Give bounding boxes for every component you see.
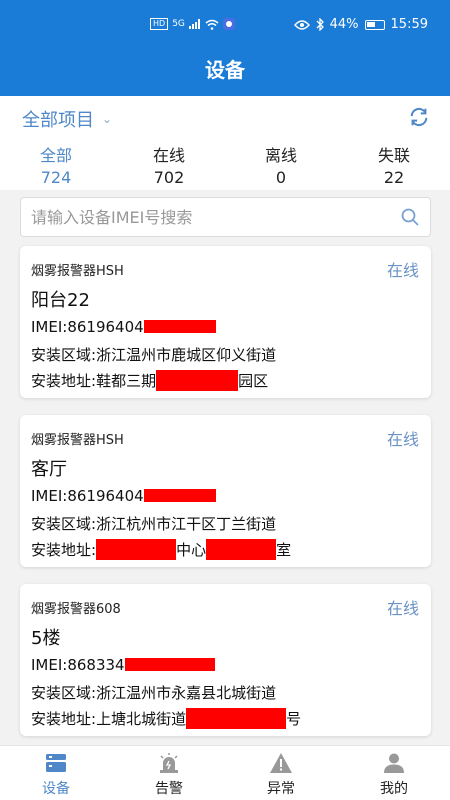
address-label: 安装地址:: [31, 710, 97, 728]
bottom-tab-bar: 设备 告警 异常 我的: [0, 745, 450, 800]
device-stats: 全部 724 在线 702 离线 0 失联 22: [0, 142, 450, 187]
device-type: 烟雾报警器608: [31, 602, 121, 617]
stat-lost-label: 失联: [377, 146, 410, 165]
redaction-mark: [156, 370, 239, 391]
stat-online-label: 在线: [152, 146, 185, 165]
area-label: 安装区域:: [31, 515, 97, 533]
stat-lost-value: 22: [383, 168, 405, 187]
battery-percent: 44%: [329, 17, 359, 32]
project-dropdown[interactable]: 全部项目 ⌄: [22, 106, 112, 132]
page-title: 设备: [0, 44, 450, 96]
address-part2: 室: [276, 541, 292, 559]
tab-mine[interactable]: 我的: [338, 746, 450, 800]
status-bar: HD 5G 44% 15:59: [0, 0, 450, 44]
stat-offline-label: 离线: [264, 146, 297, 165]
address-part2: 园区: [238, 372, 269, 390]
redaction-mark: [96, 539, 177, 560]
hd-badge: HD: [150, 18, 169, 30]
status-bar-left: HD 5G: [150, 18, 235, 30]
battery-icon: [364, 19, 385, 30]
address-part1: 鞋都三期: [96, 372, 157, 390]
device-card[interactable]: 烟雾报警器608 在线 5楼 IMEI:868334 安装区域:浙江温州市永嘉县…: [20, 584, 431, 736]
device-icon: [46, 754, 66, 772]
address-part1: 上塘北城街道: [96, 710, 187, 728]
address-label: 安装地址:: [31, 372, 97, 390]
search-bar: [20, 197, 431, 237]
user-icon: [384, 753, 404, 773]
device-name: 客厅: [31, 459, 67, 480]
stat-online[interactable]: 在线 702: [129, 142, 209, 187]
stat-offline-value: 0: [275, 168, 287, 187]
alarm-icon: [160, 753, 178, 773]
device-type: 烟雾报警器HSH: [31, 264, 124, 279]
project-label: 全部项目: [22, 110, 94, 131]
wifi-icon: [205, 19, 219, 30]
imei-text: IMEI:86196404: [31, 487, 144, 505]
device-name: 5楼: [31, 628, 61, 649]
device-name: 阳台22: [31, 290, 90, 311]
area-value: 浙江杭州市江干区丁兰街道: [96, 515, 277, 533]
device-card[interactable]: 烟雾报警器HSH 在线 阳台22 IMEI:86196404 安装区域:浙江温州…: [20, 246, 431, 398]
redaction-mark: [143, 320, 216, 333]
address-part2: 号: [286, 710, 302, 728]
device-status: 在线: [386, 599, 419, 618]
app-notification-icon: [222, 18, 235, 30]
stat-online-value: 702: [153, 168, 185, 187]
device-area: 安装区域:浙江温州市鹿城区仰义街道: [31, 344, 276, 365]
device-area: 安装区域:浙江杭州市江干区丁兰街道: [31, 513, 276, 534]
tab-alarm[interactable]: 告警: [113, 746, 225, 800]
signal-label: 5G: [172, 19, 185, 29]
device-address: 安装地址:鞋都三期 园区: [31, 370, 268, 391]
device-address: 安装地址:上塘北城街道 号: [31, 708, 301, 729]
search-input[interactable]: [31, 204, 381, 230]
device-imei: IMEI:868334: [31, 656, 215, 674]
device-address: 安装地址: 中心 室: [31, 539, 291, 560]
stat-offline[interactable]: 离线 0: [241, 142, 321, 187]
area-label: 安装区域:: [31, 684, 97, 702]
signal-icon: [188, 19, 200, 29]
device-status: 在线: [386, 430, 419, 449]
device-area: 安装区域:浙江温州市永嘉县北城街道: [31, 682, 276, 703]
imei-text: IMEI:86196404: [31, 318, 144, 336]
bluetooth-icon: [316, 18, 324, 31]
address-part1: 中心: [176, 541, 207, 559]
device-card[interactable]: 烟雾报警器HSH 在线 客厅 IMEI:86196404 安装区域:浙江杭州市江…: [20, 415, 431, 567]
area-value: 浙江温州市永嘉县北城街道: [96, 684, 277, 702]
tab-device-label: 设备: [42, 781, 70, 797]
stat-all-value: 724: [40, 168, 72, 187]
device-status: 在线: [386, 261, 419, 280]
area-value: 浙江温州市鹿城区仰义街道: [96, 346, 277, 364]
chevron-down-icon: ⌄: [102, 112, 113, 126]
stat-lost[interactable]: 失联 22: [354, 142, 434, 187]
redaction-mark: [186, 708, 287, 729]
stat-all[interactable]: 全部 724: [16, 142, 96, 187]
tab-exception[interactable]: 异常: [225, 746, 337, 800]
clock: 15:59: [390, 17, 428, 32]
eye-icon: [293, 19, 310, 30]
tab-device[interactable]: 设备: [0, 746, 112, 800]
warning-icon: [270, 753, 292, 773]
redaction-mark: [143, 489, 216, 502]
refresh-icon[interactable]: [408, 106, 430, 128]
stat-all-label: 全部: [39, 146, 72, 165]
redaction-mark: [206, 539, 277, 560]
device-imei: IMEI:86196404: [31, 318, 216, 336]
device-imei: IMEI:86196404: [31, 487, 216, 505]
imei-text: IMEI:868334: [31, 656, 125, 674]
filter-panel: 全部项目 ⌄ 全部 724 在线 702 离线 0 失联 22: [0, 96, 450, 190]
tab-exception-label: 异常: [267, 781, 295, 797]
search-icon[interactable]: [400, 207, 420, 227]
tab-alarm-label: 告警: [155, 781, 183, 797]
area-label: 安装区域:: [31, 346, 97, 364]
status-bar-right: 44% 15:59: [293, 17, 428, 32]
device-type: 烟雾报警器HSH: [31, 433, 124, 448]
tab-mine-label: 我的: [380, 781, 408, 797]
redaction-mark: [124, 658, 215, 671]
address-label: 安装地址:: [31, 541, 97, 559]
